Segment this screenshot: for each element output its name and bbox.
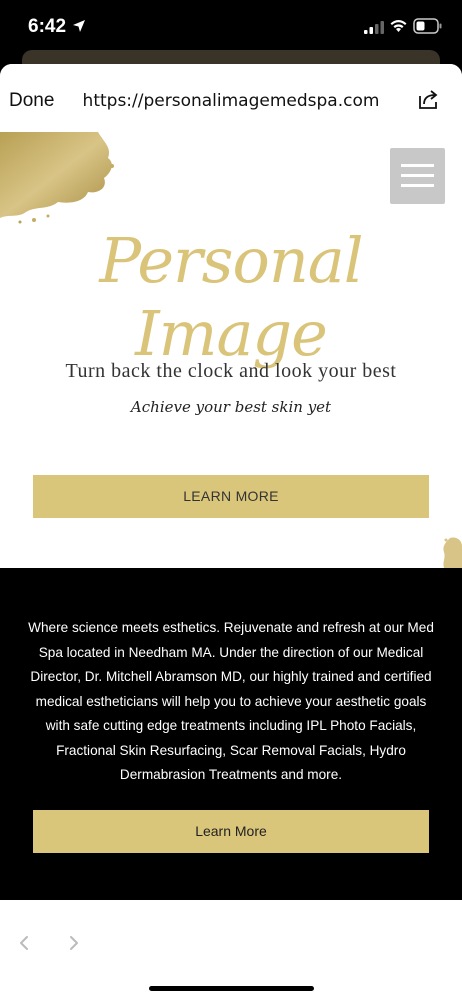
status-time: 6:42 bbox=[28, 16, 67, 37]
url-label: https://personalimagemedspa.com bbox=[82, 91, 380, 111]
learn-more-button[interactable]: LEARN MORE bbox=[33, 475, 429, 518]
brand-logo: Personal Image bbox=[99, 224, 363, 370]
hero-subtagline: Achieve your best skin yet bbox=[130, 398, 332, 416]
hero-tagline: Turn back the clock and look your best bbox=[65, 360, 397, 382]
battery-icon bbox=[413, 18, 442, 34]
signal-icon bbox=[364, 21, 384, 34]
gold-paint-splash bbox=[0, 132, 114, 224]
location-arrow-icon bbox=[73, 20, 85, 32]
hero-section: Personal Image Turn back the clock and l… bbox=[0, 132, 462, 568]
about-section: Where science meets esthetics. Rejuvenat… bbox=[0, 568, 462, 900]
share-icon[interactable] bbox=[418, 90, 440, 110]
about-description: Where science meets esthetics. Rejuvenat… bbox=[28, 620, 434, 782]
browser-toolbar bbox=[0, 900, 462, 1000]
hamburger-menu-icon[interactable] bbox=[390, 148, 445, 204]
gold-paint-accent bbox=[443, 537, 462, 568]
browser-sheet: Done https://personalimagemedspa.com Per… bbox=[0, 64, 462, 1000]
home-indicator[interactable] bbox=[149, 986, 314, 991]
forward-arrow-icon[interactable] bbox=[64, 934, 82, 952]
about-learn-more-button[interactable]: Learn More bbox=[33, 810, 429, 853]
browser-nav-bar: Done https://personalimagemedspa.com bbox=[0, 64, 462, 132]
back-arrow-icon[interactable] bbox=[16, 934, 34, 952]
status-bar: 6:42 bbox=[0, 0, 462, 56]
wifi-icon bbox=[390, 20, 407, 32]
